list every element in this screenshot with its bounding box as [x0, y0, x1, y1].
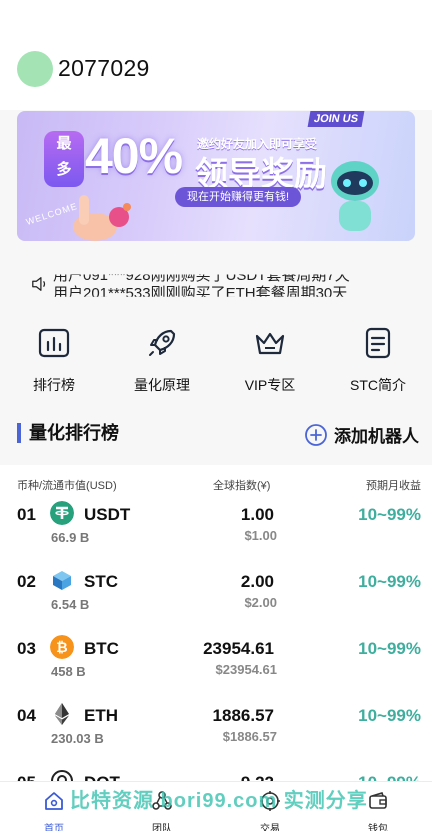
table-row[interactable]: 02 STC 6.54 B 2.00 $2.00 10~99%: [0, 532, 432, 612]
row-yield: 10~99%: [358, 572, 421, 591]
tab-label: 钱包: [368, 824, 388, 831]
quick-link-label: VIP专区: [244, 377, 296, 393]
table-row[interactable]: 05 DOT 9.22 10~99%: [0, 733, 432, 785]
usdt-icon: [50, 501, 74, 525]
row-yield: 10~99%: [358, 706, 421, 725]
bar-chart-icon: [38, 328, 70, 358]
table-row[interactable]: 04 ETH 230.03 B 1886.57 $1886.57 10~99%: [0, 666, 432, 746]
row-symbol: ETH: [84, 706, 118, 725]
wallet-icon: [369, 792, 387, 809]
bitcoin-icon: ₿: [50, 635, 74, 659]
quick-link-stc-intro[interactable]: STC简介: [324, 318, 432, 398]
row-symbol: BTC: [84, 639, 119, 658]
username: 2077029: [58, 55, 150, 81]
rocket-icon: [149, 329, 176, 356]
banner-badge: 最 多: [44, 131, 84, 187]
row-rank: 01: [17, 505, 36, 524]
row-symbol: STC: [84, 572, 118, 591]
banner-percent: 40%: [85, 128, 183, 184]
banner-badge-char-2: 多: [56, 161, 72, 178]
table-row[interactable]: 03 ₿ BTC 458 B 23954.61 $23954.61 10~99%: [0, 599, 432, 679]
quick-link-quant-principle[interactable]: 量化原理: [108, 318, 216, 398]
quick-link-ranking[interactable]: 排行榜: [0, 318, 108, 398]
home-icon: [45, 792, 63, 810]
add-robot-label: 添加机器人: [334, 427, 419, 446]
promo-banner[interactable]: 最 多 40% 邀约好友加入即可享受 领导奖励 现在开始赚得更有钱! JOIN …: [17, 111, 415, 241]
ethereum-icon: [55, 703, 69, 725]
plus-circle-icon: [305, 423, 327, 446]
pointing-hand-illustration: [73, 195, 131, 241]
ranking-title: 量化排行榜: [17, 423, 119, 443]
row-rank: 03: [17, 639, 36, 658]
crown-icon: [255, 332, 285, 355]
header: 2077029: [0, 0, 432, 110]
stc-cube-icon: [53, 571, 71, 590]
row-symbol: USDT: [84, 505, 131, 524]
row-rank: 02: [17, 572, 36, 591]
notice-line-2: 用户201***533刚刚购买了ETH套餐周期30天: [53, 285, 348, 302]
tab-label: 团队: [152, 824, 172, 831]
document-icon: [365, 327, 391, 359]
tab-label: 交易: [260, 824, 280, 831]
watermark-text: 比特资源 bori99.com 实测分享: [70, 790, 368, 812]
quick-link-label: 量化原理: [134, 377, 190, 393]
row-price: 1886.57: [212, 706, 274, 725]
add-robot-button[interactable]: 添加机器人: [304, 422, 419, 447]
quick-link-label: STC简介: [350, 377, 406, 393]
speaker-icon: [32, 277, 46, 291]
robot-illustration: [331, 161, 379, 231]
row-yield: 10~99%: [358, 639, 421, 658]
ranking-table: 币种/流通市值(USD) 全球指数(¥) 预期月收益 01 USDT 66.9 …: [0, 465, 432, 785]
svg-text:₿: ₿: [56, 640, 67, 656]
row-price: 1.00: [240, 505, 274, 524]
row-yield: 10~99%: [358, 505, 421, 524]
purchase-notice-ticker: 用户091***928刚刚购买了USDT套餐周期7天 用户201***533刚刚…: [17, 262, 415, 306]
row-price: 23954.61: [203, 639, 274, 658]
banner-badge-char-1: 最: [56, 135, 72, 152]
row-rank: 04: [17, 706, 36, 725]
quick-links: 排行榜 量化原理 VIP专区 STC简介: [0, 318, 432, 398]
table-row[interactable]: 01 USDT 66.9 B 1.00 $1.00 10~99%: [0, 465, 432, 545]
row-price: 2.00: [240, 572, 274, 591]
quick-link-label: 排行榜: [33, 377, 75, 393]
tab-label: 首页: [44, 824, 64, 831]
avatar[interactable]: [17, 51, 53, 87]
banner-cta: 现在开始赚得更有钱!: [175, 187, 301, 207]
notice-line-1: 用户091***928刚刚购买了USDT套餐周期7天: [53, 267, 350, 285]
quick-link-vip[interactable]: VIP专区: [216, 318, 324, 398]
banner-join-us: JOIN US: [307, 111, 365, 127]
